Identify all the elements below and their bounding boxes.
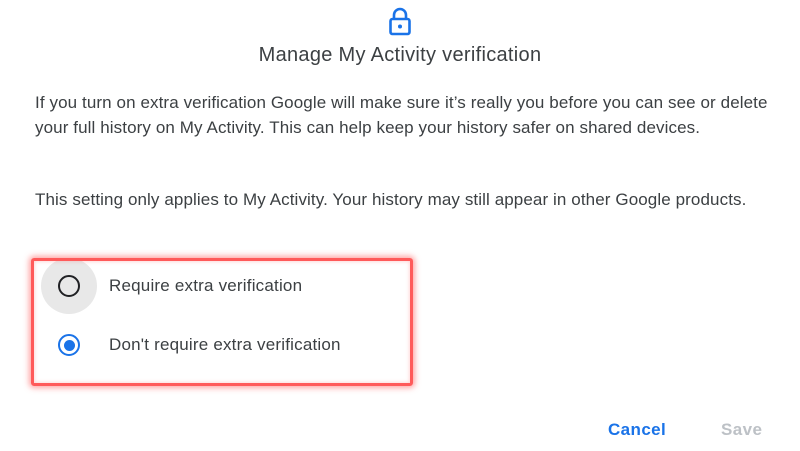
cancel-button[interactable]: Cancel (608, 420, 666, 440)
lock-icon (386, 6, 414, 36)
save-button[interactable]: Save (721, 420, 762, 440)
radio-option-dont-require-verification[interactable]: Don't require extra verification (40, 320, 341, 370)
verification-dialog: Manage My Activity verification If you t… (0, 0, 800, 451)
radio-option-require-verification[interactable]: Require extra verification (40, 258, 303, 314)
radio-ripple (40, 258, 98, 314)
dialog-title: Manage My Activity verification (258, 44, 542, 66)
description-paragraph: If you turn on extra verification Google… (35, 93, 768, 137)
radio-ripple (40, 320, 98, 370)
radio-button-checked[interactable] (58, 334, 80, 356)
radio-option-label: Require extra verification (109, 276, 303, 295)
scope-note-paragraph: This setting only applies to My Activity… (35, 190, 747, 209)
radio-option-label: Don't require extra verification (109, 335, 341, 354)
radio-button-unchecked[interactable] (58, 275, 80, 297)
